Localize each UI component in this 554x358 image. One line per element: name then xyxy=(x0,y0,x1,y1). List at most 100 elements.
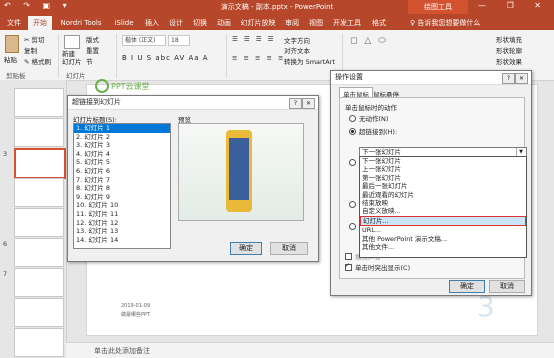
tab-home[interactable]: 开始 xyxy=(28,16,52,30)
slide-thumbnail[interactable] xyxy=(14,88,64,117)
slide-list-item[interactable]: 14. 幻灯片 14 xyxy=(74,236,170,245)
copy-button[interactable]: 复制 xyxy=(24,45,37,55)
text-direction-button[interactable]: 文字方向 xyxy=(284,35,310,45)
align-text-button[interactable]: 对齐文本 xyxy=(284,45,310,55)
slide-list-item[interactable]: 13. 幻灯片 13 xyxy=(74,227,170,236)
tab-review[interactable]: 审阅 xyxy=(282,16,302,30)
hyperlink-to-slide-dialog: 超链接到幻灯片 ? ✕ 幻灯片标题(S): 1. 幻灯片 1 2. 幻灯片 2 3.… xyxy=(67,95,319,262)
slide-thumbnail[interactable] xyxy=(14,298,64,327)
dropdown-option[interactable]: 最后一张幻灯片 xyxy=(360,182,526,190)
layout-button[interactable]: 版式 xyxy=(86,34,99,44)
tab-insert[interactable]: 插入 xyxy=(142,16,162,30)
ok-button[interactable]: 确定 xyxy=(449,280,485,293)
dialog-title: 超链接到幻灯片 xyxy=(68,96,318,110)
tab-islide[interactable]: iSlide xyxy=(110,16,138,30)
thumbnail-number: 7 xyxy=(3,270,8,278)
slide-thumbnail[interactable] xyxy=(14,178,64,207)
dialog-title: 操作设置 xyxy=(331,71,531,85)
run-macro-radio[interactable] xyxy=(349,201,356,208)
cancel-button[interactable]: 取消 xyxy=(270,242,308,255)
help-button[interactable]: ? xyxy=(289,98,302,109)
run-program-radio[interactable] xyxy=(349,159,356,166)
close-button[interactable]: ✕ xyxy=(302,98,315,109)
slide-list-item[interactable]: 8. 幻灯片 8 xyxy=(74,184,170,193)
format-painter-button[interactable]: ✎ 格式刷 xyxy=(24,56,51,66)
dropdown-option[interactable]: 最近观看的幻灯片 xyxy=(360,191,526,199)
tab-slideshow[interactable]: 幻灯片放映 xyxy=(238,16,278,30)
slide-thumbnail[interactable] xyxy=(14,148,66,179)
dropdown-option[interactable]: 自定义放映... xyxy=(360,207,526,215)
dropdown-option[interactable]: 其他 PowerPoint 演示文稿... xyxy=(360,235,526,243)
hyperlink-radio[interactable] xyxy=(349,128,356,135)
cut-button[interactable]: ✂ 剪切 xyxy=(24,34,45,44)
paragraph-align-buttons[interactable]: ≡ ≡ ≡ ≡ ≡ xyxy=(232,54,286,62)
slide-list-item[interactable]: 1. 幻灯片 1 xyxy=(74,124,170,133)
close-button[interactable]: ✕ xyxy=(515,73,528,84)
slide-list-item[interactable]: 3. 幻灯片 3 xyxy=(74,141,170,150)
hyperlink-dropdown-list[interactable]: 下一张幻灯片 上一张幻灯片 第一张幻灯片 最后一张幻灯片 最近观看的幻灯片 结束放映 自定义… xyxy=(359,156,527,258)
slide-thumbnail[interactable] xyxy=(14,238,64,267)
slide-list-item[interactable]: 10. 幻灯片 10 xyxy=(74,201,170,210)
font-name-combo[interactable]: 楷体 (正文) xyxy=(122,35,166,46)
section-button[interactable]: 节 xyxy=(86,56,93,66)
logo-icon xyxy=(95,79,109,93)
slide-list-item[interactable]: 7. 幻灯片 7 xyxy=(74,176,170,185)
dropdown-option[interactable]: 第一张幻灯片 xyxy=(360,174,526,182)
smartart-button[interactable]: 转换为 SmartArt xyxy=(284,56,335,66)
paste-button[interactable]: 粘贴 xyxy=(4,54,17,64)
highlight-label: 单击时突出显示(C) xyxy=(355,264,411,272)
dropdown-option[interactable]: URL... xyxy=(360,226,526,234)
tab-animations[interactable]: 动画 xyxy=(214,16,234,30)
tab-developer[interactable]: 开发工具 xyxy=(330,16,364,30)
tell-me-search[interactable]: ♀ 告诉我您想要做什么 xyxy=(410,16,500,30)
notes-pane[interactable]: 单击此处添加备注 xyxy=(66,342,554,358)
highlight-checkbox[interactable] xyxy=(345,262,352,271)
divider xyxy=(116,34,117,78)
object-action-radio[interactable] xyxy=(349,223,356,230)
window-title: 演示文稿 - 副本.pptx - PowerPoint xyxy=(220,3,334,11)
phone-screen xyxy=(229,138,249,200)
font-size-combo[interactable]: 18 xyxy=(168,35,190,46)
font-format-buttons[interactable]: B I U S abc AV Aa A xyxy=(122,54,209,62)
reset-button[interactable]: 重置 xyxy=(86,45,99,55)
dropdown-option[interactable]: 其他文件... xyxy=(360,243,526,251)
new-slide-button[interactable]: 新建 幻灯片 xyxy=(62,50,82,66)
slide-list-item[interactable]: 2. 幻灯片 2 xyxy=(74,133,170,142)
none-radio[interactable] xyxy=(349,115,356,122)
dropdown-option[interactable]: 上一张幻灯片 xyxy=(360,165,526,173)
paragraph-list-buttons[interactable]: ☰ ☰ ☰ ☰ xyxy=(232,35,276,43)
notes-placeholder: 单击此处添加备注 xyxy=(94,347,150,355)
tab-format[interactable]: 格式 xyxy=(368,16,390,30)
play-sound-checkbox[interactable] xyxy=(345,253,352,260)
slide-list-item[interactable]: 12. 幻灯片 12 xyxy=(74,219,170,228)
slide-title-list[interactable]: 1. 幻灯片 1 2. 幻灯片 2 3. 幻灯片 3 4. 幻灯片 4 5. 幻灯片 5… xyxy=(73,123,171,249)
shape-effects-button[interactable]: 形状效果 xyxy=(496,56,522,66)
context-tab-label: 绘图工具 xyxy=(408,0,468,14)
tab-design[interactable]: 设计 xyxy=(166,16,186,30)
clipboard-icon xyxy=(5,35,19,53)
help-button[interactable]: ? xyxy=(502,73,515,84)
slide-list-item[interactable]: 6. 幻灯片 6 xyxy=(74,167,170,176)
slide-list-item[interactable]: 11. 幻灯片 11 xyxy=(74,210,170,219)
thumbnail-number: 3 xyxy=(3,150,8,158)
slide-thumbnail[interactable] xyxy=(14,118,64,147)
tab-nordri-tools[interactable]: Nordri Tools xyxy=(56,16,106,30)
shape-fill-button[interactable]: 形状填充 xyxy=(496,34,522,44)
shape-outline-button[interactable]: 形状轮廓 xyxy=(496,45,522,55)
tab-file[interactable]: 文件 xyxy=(4,16,24,30)
ok-button[interactable]: 确定 xyxy=(230,242,262,255)
divider xyxy=(58,34,59,78)
dropdown-option[interactable]: 幻灯片... xyxy=(360,215,526,227)
window-controls[interactable]: — ❐ ✕ xyxy=(478,1,550,10)
shapes-gallery[interactable]: ◻ △ ⬭ xyxy=(350,36,388,46)
new-slide-icon xyxy=(64,35,80,49)
divider xyxy=(226,34,227,78)
hyperlink-label: 超链接到(H): xyxy=(359,128,398,136)
slide-list-item[interactable]: 5. 幻灯片 5 xyxy=(74,158,170,167)
tab-transitions[interactable]: 切换 xyxy=(190,16,210,30)
slide-thumbnail[interactable] xyxy=(14,208,64,237)
tab-view[interactable]: 视图 xyxy=(306,16,326,30)
cancel-button[interactable]: 取消 xyxy=(489,280,525,293)
slide-thumbnail[interactable] xyxy=(14,328,64,357)
slide-thumbnail[interactable] xyxy=(14,268,64,297)
